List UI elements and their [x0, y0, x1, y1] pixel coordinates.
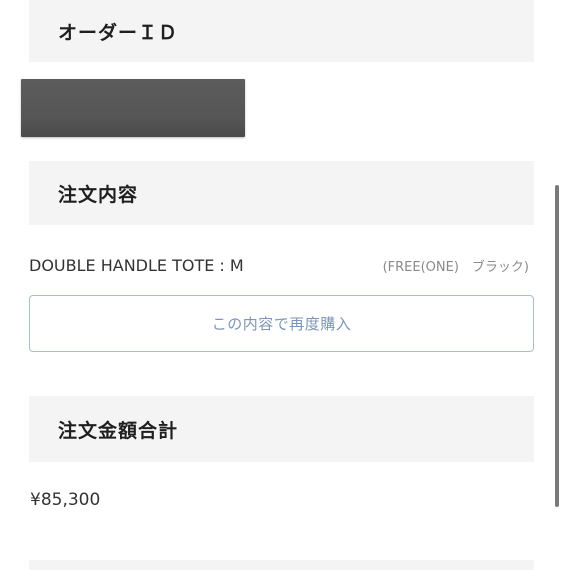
next-section-header — [29, 560, 534, 570]
order-item-row: DOUBLE HANDLE TOTE : M (FREE(ONE) ブラック) — [29, 252, 529, 282]
order-contents-header: 注文内容 — [29, 161, 534, 225]
order-id-header: オーダーＩＤ — [29, 0, 534, 62]
order-total-header: 注文金額合計 — [29, 396, 534, 462]
order-contents-header-label: 注文内容 — [58, 183, 139, 206]
reorder-button[interactable]: この内容で再度購入 — [29, 295, 534, 352]
item-variant: (FREE(ONE) ブラック) — [382, 260, 529, 275]
order-total-amount: ¥85,300 — [30, 490, 101, 510]
reorder-button-label: この内容で再度購入 — [211, 315, 352, 333]
item-name: DOUBLE HANDLE TOTE : M — [29, 256, 244, 275]
order-id-header-label: オーダーＩＤ — [58, 21, 179, 44]
order-total-header-label: 注文金額合計 — [58, 419, 179, 442]
redacted-order-id — [21, 79, 245, 137]
scrollbar-thumb[interactable] — [555, 185, 559, 507]
